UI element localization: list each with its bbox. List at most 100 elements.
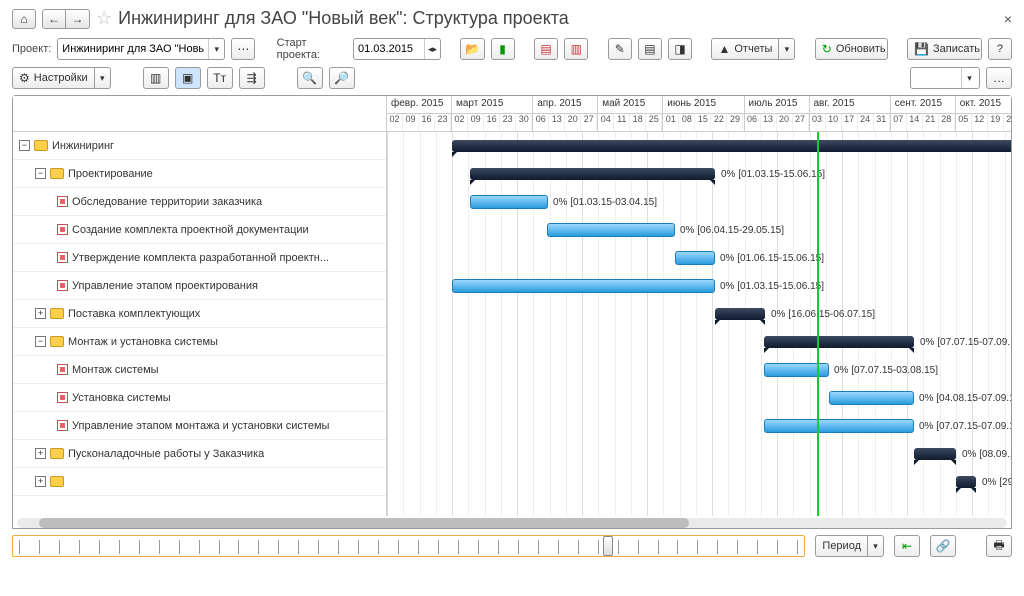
tree-row[interactable]: +Поставка комплектующих	[13, 300, 386, 328]
period-split-button[interactable]: Период ▾	[815, 535, 884, 557]
close-button[interactable]: ×	[1004, 11, 1012, 27]
tree-row[interactable]: Монтаж системы	[13, 356, 386, 384]
calendar-icon: ▥	[571, 42, 582, 56]
scale-input[interactable]	[911, 68, 961, 88]
month-column: июнь 20150108152229	[663, 96, 744, 131]
project-combo[interactable]: ▾	[57, 38, 225, 60]
tree-row[interactable]: − Инжиниринг	[13, 132, 386, 160]
week-day-label: 24	[858, 114, 874, 131]
task-bar[interactable]: 0% [01.06.15-15.06.15]	[675, 251, 715, 265]
collapse-left-button[interactable]: ⇤	[894, 535, 920, 557]
forward-button[interactable]: →	[66, 9, 90, 29]
notes-button[interactable]: ▮	[491, 38, 515, 60]
task-icon	[57, 420, 68, 431]
page-title: Инжиниринг для ЗАО "Новый век": Структур…	[118, 8, 569, 29]
home-button[interactable]: ⌂	[12, 9, 36, 29]
tree-row[interactable]: Установка системы	[13, 384, 386, 412]
summary-bar[interactable]	[452, 140, 1011, 152]
scale-more-button[interactable]: …	[986, 67, 1012, 89]
project-input[interactable]	[58, 39, 208, 59]
week-day-label: 31	[874, 114, 890, 131]
reports-split-button[interactable]: ▲Отчеты ▾	[711, 38, 795, 60]
task-bar[interactable]: 0% [04.08.15-07.09.15]	[829, 391, 914, 405]
edit-button[interactable]: ✎	[608, 38, 632, 60]
tree-row[interactable]: −Проектирование	[13, 160, 386, 188]
expand-toggle[interactable]: +	[35, 308, 46, 319]
tree-row[interactable]: Обследование территории заказчика	[13, 188, 386, 216]
summary-bar[interactable]: 0% [29.09.15...	[956, 476, 976, 488]
task-bar[interactable]: 0% [07.07.15-07.09.15]	[764, 419, 914, 433]
tree-row[interactable]: Создание комплекта проектной документаци…	[13, 216, 386, 244]
tree-row[interactable]: Управление этапом монтажа и установки си…	[13, 412, 386, 440]
cube-button[interactable]: ◨	[668, 38, 692, 60]
scale-dropdown-icon[interactable]: ▾	[961, 68, 977, 88]
help-button[interactable]: ?	[988, 38, 1012, 60]
week-day-label: 15	[695, 114, 711, 131]
favorite-star-icon[interactable]: ☆	[96, 8, 112, 29]
tree-row[interactable]: −Монтаж и установка системы	[13, 328, 386, 356]
list-view-button[interactable]: ▤	[638, 38, 662, 60]
task-bar[interactable]: 0% [01.03.15-03.04.15]	[470, 195, 548, 209]
save-button[interactable]: 💾Записать	[907, 38, 982, 60]
open-folder-button[interactable]: 📂	[460, 38, 484, 60]
expand-toggle[interactable]: +	[35, 476, 46, 487]
print-button[interactable]: 🖶	[986, 535, 1012, 557]
task-bar[interactable]: 0% [07.07.15-03.08.15]	[764, 363, 829, 377]
link-mode-button[interactable]: 🔗	[930, 535, 956, 557]
month-label: окт. 2015	[956, 96, 1011, 114]
week-day-label: 01	[663, 114, 679, 131]
tree-row[interactable]: +Пусконаладочные работы у Заказчика	[13, 440, 386, 468]
task-bar[interactable]: 0% [01.03.15-15.06.15]	[452, 279, 715, 293]
horizontal-scrollbar[interactable]	[17, 518, 1007, 528]
text-button[interactable]: Tᴛ	[207, 67, 233, 89]
start-date-field[interactable]: ◂▸	[353, 38, 441, 60]
task-icon	[57, 196, 68, 207]
ruler-slider-handle[interactable]	[603, 536, 613, 556]
week-day-label: 02	[452, 114, 468, 131]
calendar-button[interactable]: ▥	[564, 38, 588, 60]
summary-bar[interactable]: 0% [01.03.15-15.06.15]	[470, 168, 715, 180]
expand-toggle[interactable]: −	[19, 140, 30, 151]
expand-toggle[interactable]: −	[35, 336, 46, 347]
period-dropdown-arrow[interactable]: ▾	[868, 535, 884, 557]
framed-view-button[interactable]: ▣	[175, 67, 201, 89]
zoom-in-button[interactable]: 🔍	[297, 67, 323, 89]
gantt-row: 0% [06.04.15-29.05.15]	[387, 216, 1011, 244]
zoom-out-button[interactable]: 🔎	[329, 67, 355, 89]
project-lookup-button[interactable]: ⋯	[231, 38, 255, 60]
calendar-abc-button[interactable]: ▤	[534, 38, 558, 60]
gantt-row: 0% [29.09.15...	[387, 468, 1011, 496]
tree-row[interactable]: Управление этапом проектирования	[13, 272, 386, 300]
project-dropdown-icon[interactable]: ▾	[208, 39, 224, 59]
back-button[interactable]: ←	[42, 9, 66, 29]
notebook-icon: ▮	[499, 42, 506, 56]
timeline-ruler[interactable]	[12, 535, 805, 557]
reports-dropdown-arrow[interactable]: ▾	[779, 38, 795, 60]
week-day-label: 13	[761, 114, 777, 131]
expand-toggle[interactable]: +	[35, 448, 46, 459]
summary-bar[interactable]: 0% [08.09.15-28...	[914, 448, 956, 460]
tree-button[interactable]: ⇶	[239, 67, 265, 89]
refresh-button[interactable]: ↻Обновить	[815, 38, 888, 60]
gantt-panel: февр. 201502091623март 20150209162330апр…	[387, 96, 1011, 516]
summary-bar[interactable]: 0% [07.07.15-07.09.15]	[764, 336, 914, 348]
gantt-row: 0% [08.09.15-28...	[387, 440, 1011, 468]
week-day-label: 20	[565, 114, 581, 131]
scrollbar-thumb[interactable]	[39, 518, 689, 528]
reports-label: Отчеты	[734, 43, 772, 55]
scale-combo[interactable]: ▾	[910, 67, 980, 89]
start-date-input[interactable]	[354, 39, 424, 59]
date-stepper-icon[interactable]: ◂▸	[424, 39, 440, 59]
tree-row[interactable]: Утверждение комплекта разработанной прое…	[13, 244, 386, 272]
columns-button[interactable]: ▥	[143, 67, 169, 89]
tree-row[interactable]: +	[13, 468, 386, 496]
task-icon	[57, 392, 68, 403]
bar-label: 0% [01.03.15-15.06.15]	[721, 168, 825, 182]
settings-split-button[interactable]: ⚙Настройки ▾	[12, 67, 111, 89]
task-bar[interactable]: 0% [06.04.15-29.05.15]	[547, 223, 675, 237]
settings-dropdown-arrow[interactable]: ▾	[95, 67, 111, 89]
tree-row-label: Инжиниринг	[52, 140, 114, 152]
summary-bar[interactable]: 0% [16.06.15-06.07.15]	[715, 308, 765, 320]
expand-toggle[interactable]: −	[35, 168, 46, 179]
text-t-icon: Tᴛ	[213, 71, 226, 85]
